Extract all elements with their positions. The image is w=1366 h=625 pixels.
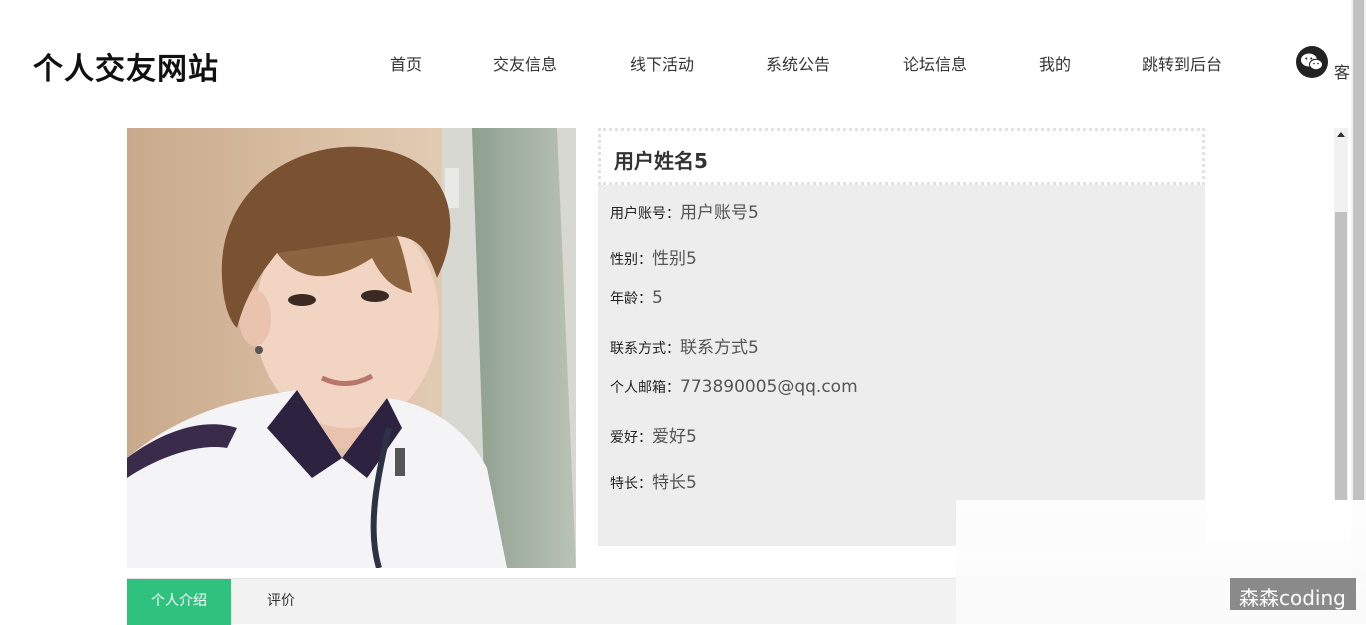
- field-gender-label: 性别：: [610, 252, 652, 268]
- field-contact-label: 联系方式：: [610, 341, 680, 357]
- scroll-up-arrow-icon[interactable]: [1337, 132, 1345, 137]
- nav-item-home[interactable]: 首页: [390, 51, 422, 75]
- page-scrollbar-thumb[interactable]: [1353, 0, 1364, 500]
- customer-service-label[interactable]: 客: [1334, 59, 1350, 83]
- field-contact: 联系方式：联系方式5: [610, 333, 759, 358]
- nav-item-mine[interactable]: 我的: [1039, 51, 1071, 75]
- field-hobby: 爱好：爱好5: [610, 422, 697, 447]
- profile-photo: [127, 128, 576, 568]
- nav-item-forum[interactable]: 论坛信息: [903, 51, 967, 75]
- field-account-value: 用户账号5: [680, 203, 759, 223]
- main-nav: 首页 交友信息 线下活动 系统公告 论坛信息 我的 跳转到后台: [0, 51, 1350, 75]
- field-age-value: 5: [652, 288, 663, 308]
- field-hobby-value: 爱好5: [652, 427, 697, 447]
- field-specialty: 特长：特长5: [610, 468, 697, 493]
- field-gender: 性别：性别5: [610, 244, 697, 269]
- wechat-glyph: [1301, 53, 1323, 71]
- watermark: 森森coding: [1230, 578, 1356, 610]
- field-account-label: 用户账号：: [610, 206, 680, 222]
- tab-introduction[interactable]: 个人介绍: [127, 579, 231, 625]
- profile-name: 用户姓名5: [598, 128, 1205, 185]
- content-scrollbar-thumb[interactable]: [1335, 212, 1347, 500]
- profile-photo-illustration: [127, 128, 576, 568]
- field-email: 个人邮箱：773890005@qq.com: [610, 377, 858, 397]
- nav-item-dating-info[interactable]: 交友信息: [493, 51, 557, 75]
- field-specialty-value: 特长5: [652, 473, 697, 493]
- profile-info-panel: 用户姓名5 用户账号：用户账号5 性别：性别5 年龄：5 联系方式：联系方式5 …: [598, 128, 1205, 546]
- nav-item-admin[interactable]: 跳转到后台: [1142, 51, 1222, 75]
- wechat-icon[interactable]: [1296, 46, 1328, 78]
- nav-item-announcements[interactable]: 系统公告: [766, 51, 830, 75]
- field-age-label: 年龄：: [610, 291, 652, 307]
- field-contact-value: 联系方式5: [680, 338, 759, 358]
- field-gender-value: 性别5: [652, 249, 697, 269]
- field-age: 年龄：5: [610, 288, 663, 308]
- nav-item-offline-events[interactable]: 线下活动: [630, 51, 694, 75]
- field-hobby-label: 爱好：: [610, 430, 652, 446]
- tab-reviews[interactable]: 评价: [231, 579, 331, 625]
- field-email-value: 773890005@qq.com: [680, 377, 858, 397]
- field-specialty-label: 特长：: [610, 476, 652, 492]
- field-email-label: 个人邮箱：: [610, 380, 680, 396]
- content-scrollbar[interactable]: [1334, 128, 1348, 500]
- field-account: 用户账号：用户账号5: [610, 198, 759, 223]
